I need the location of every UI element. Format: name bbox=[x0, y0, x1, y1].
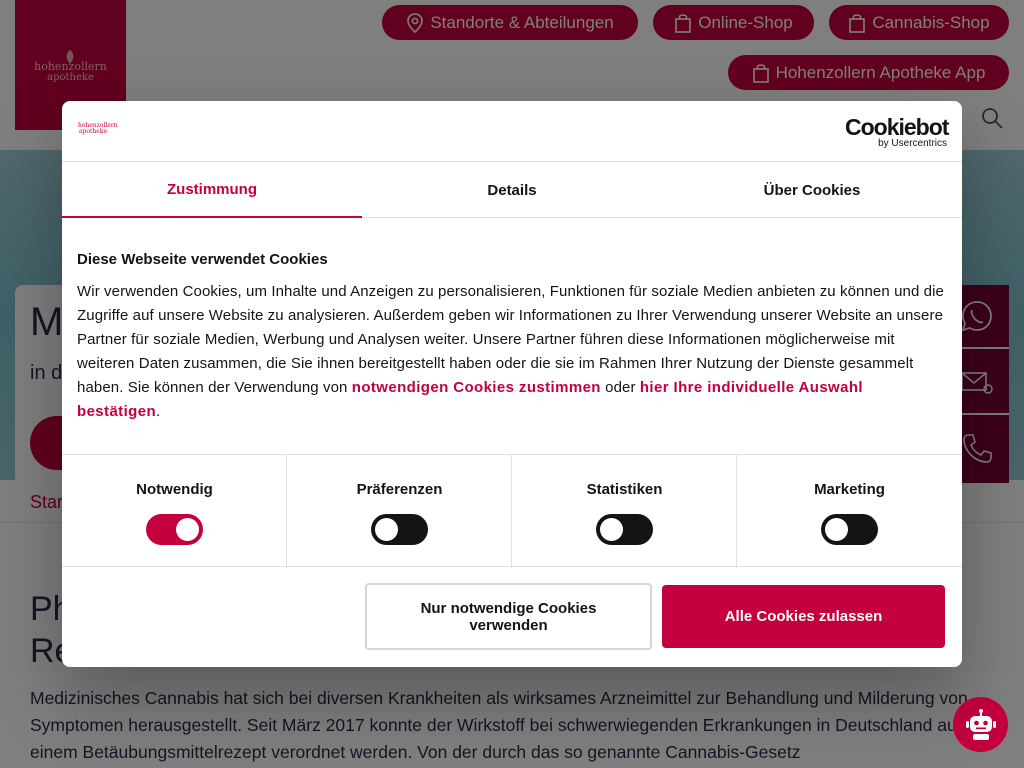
dialog-site-logo: hohenzollern apotheke bbox=[78, 123, 118, 139]
cookie-categories: Notwendig Präferenzen Statistiken Market… bbox=[62, 454, 962, 568]
allow-all-button[interactable]: Alle Cookies zulassen bbox=[662, 585, 945, 648]
toggle-praeferenzen[interactable] bbox=[371, 514, 428, 545]
tab-ueber-cookies[interactable]: Über Cookies bbox=[662, 162, 962, 218]
toggle-notwendig[interactable] bbox=[146, 514, 203, 545]
chatbot-button[interactable] bbox=[953, 697, 1008, 752]
dialog-header: hohenzollern apotheke Cookiebot by Userc… bbox=[62, 101, 962, 162]
category-praeferenzen: Präferenzen bbox=[287, 455, 512, 568]
dialog-text: Wir verwenden Cookies, um Inhalte und An… bbox=[77, 280, 947, 424]
category-label: Präferenzen bbox=[356, 481, 443, 498]
category-label: Marketing bbox=[814, 481, 885, 498]
link-necessary-consent[interactable]: notwendigen Cookies zustimmen bbox=[352, 379, 601, 396]
toggle-knob bbox=[600, 518, 623, 541]
cookie-consent-dialog: hohenzollern apotheke Cookiebot by Userc… bbox=[62, 101, 962, 667]
toggle-knob bbox=[825, 518, 848, 541]
cookiebot-logo[interactable]: Cookiebot by Usercentrics bbox=[845, 114, 949, 149]
dialog-logo-line2: apotheke bbox=[78, 128, 108, 135]
toggle-knob bbox=[176, 518, 199, 541]
dialog-tabs: Zustimmung Details Über Cookies bbox=[62, 162, 962, 218]
cookiebot-brand: Cookiebot bbox=[845, 114, 949, 140]
category-statistiken: Statistiken bbox=[512, 455, 737, 568]
dialog-body: Diese Webseite verwendet Cookies Wir ver… bbox=[77, 251, 947, 424]
dialog-heading: Diese Webseite verwendet Cookies bbox=[77, 251, 328, 268]
category-label: Notwendig bbox=[136, 481, 213, 498]
robot-icon bbox=[965, 708, 996, 740]
toggle-marketing[interactable] bbox=[821, 514, 878, 545]
cookiebot-sub: by Usercentrics bbox=[878, 138, 947, 149]
toggle-knob bbox=[375, 518, 398, 541]
toggle-statistiken[interactable] bbox=[596, 514, 653, 545]
dialog-text-end: . bbox=[156, 403, 161, 420]
only-necessary-button[interactable]: Nur notwendige Cookies verwenden bbox=[365, 583, 652, 650]
category-label: Statistiken bbox=[586, 481, 663, 498]
tab-zustimmung[interactable]: Zustimmung bbox=[62, 162, 362, 218]
category-marketing: Marketing bbox=[737, 455, 962, 568]
dialog-text-middle: oder bbox=[600, 379, 640, 396]
tab-details[interactable]: Details bbox=[362, 162, 662, 218]
category-notwendig: Notwendig bbox=[62, 455, 287, 568]
